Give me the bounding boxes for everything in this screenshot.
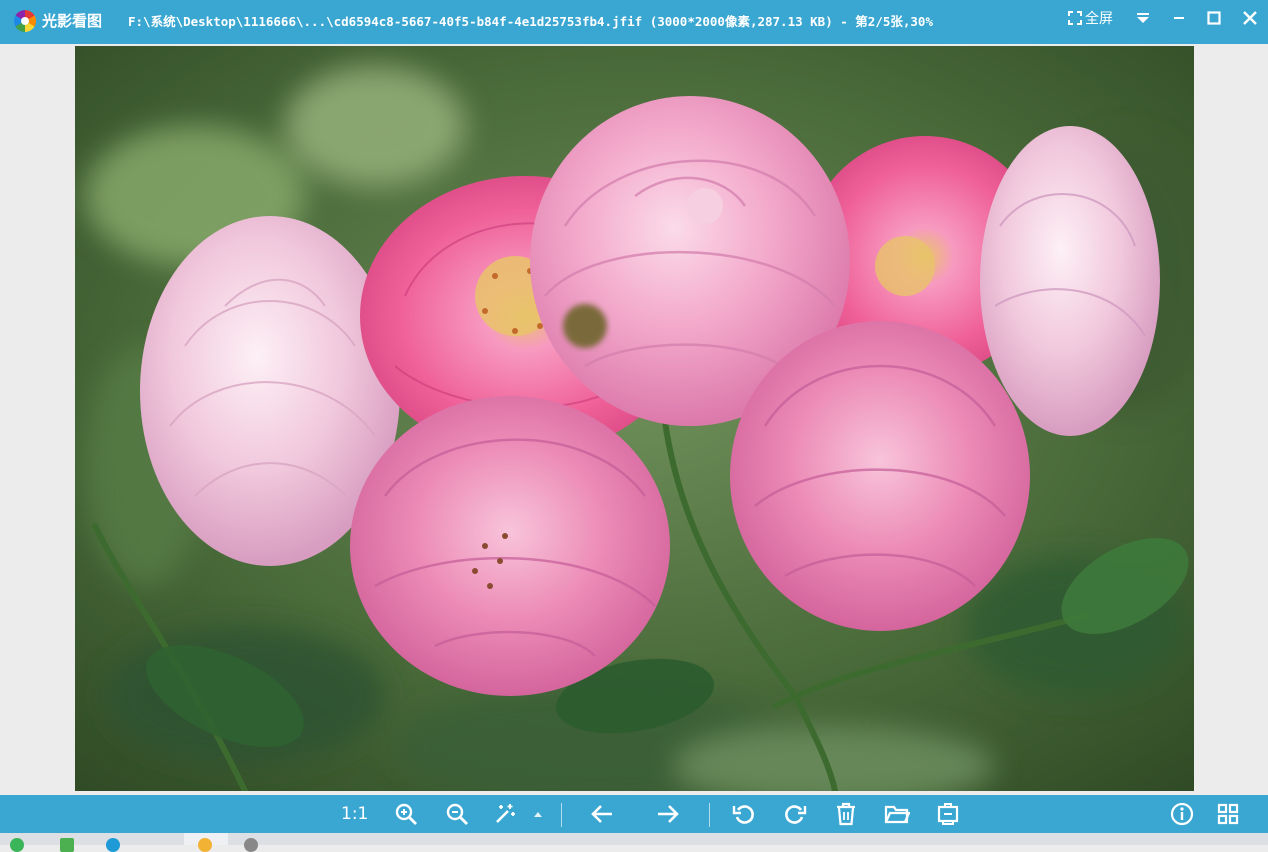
folder-icon xyxy=(884,805,910,824)
info-icon xyxy=(1170,802,1194,826)
file-info: F:\系统\Desktop\1116666\...\cd6594c8-5667-… xyxy=(128,14,933,29)
thumbnail-grid-button[interactable] xyxy=(1215,801,1241,827)
taskbar xyxy=(0,833,1268,852)
trash-icon xyxy=(837,802,855,826)
app-name: 光影看图 xyxy=(42,12,103,30)
delete-button[interactable] xyxy=(833,801,859,827)
app-logo-icon xyxy=(14,10,36,32)
minimize-button[interactable] xyxy=(1166,7,1192,29)
zoom-out-icon xyxy=(446,803,468,825)
rotate-right-icon xyxy=(785,805,807,824)
taskbar-app-icon[interactable] xyxy=(60,838,74,852)
magic-enhance-button[interactable] xyxy=(492,801,518,827)
arrow-left-icon xyxy=(591,805,612,823)
enhance-options-button[interactable] xyxy=(530,801,546,827)
rotate-left-icon xyxy=(732,805,754,824)
rose-photo xyxy=(75,46,1194,791)
taskbar-app-icon[interactable] xyxy=(106,838,120,852)
arrow-right-icon xyxy=(658,805,679,823)
maximize-button[interactable] xyxy=(1201,7,1227,29)
taskbar-app-icon[interactable] xyxy=(198,838,212,852)
minimize-icon xyxy=(1174,17,1184,19)
fullscreen-label: 全屏 xyxy=(1085,11,1113,27)
taskbar-app-icon[interactable] xyxy=(244,838,258,852)
zoom-out-button[interactable] xyxy=(444,801,470,827)
bottom-toolbar: 1:1 xyxy=(0,795,1268,833)
stamp-icon xyxy=(937,803,959,825)
actual-size-button[interactable]: 1:1 xyxy=(341,801,368,827)
taskbar-app-icon[interactable] xyxy=(10,838,24,852)
previous-image-button[interactable] xyxy=(589,801,615,827)
image-viewport[interactable] xyxy=(0,44,1268,795)
magic-wand-icon xyxy=(496,804,515,823)
info-button[interactable] xyxy=(1169,801,1195,827)
toolbar-divider xyxy=(561,803,562,827)
title-bar: 光影看图 F:\系统\Desktop\1116666\...\cd6594c8-… xyxy=(0,0,1268,44)
rotate-left-button[interactable] xyxy=(731,801,757,827)
print-stamp-button[interactable] xyxy=(935,801,961,827)
toolbar-divider xyxy=(709,803,710,827)
zoom-in-button[interactable] xyxy=(393,801,419,827)
rotate-right-button[interactable] xyxy=(782,801,808,827)
grid-icon xyxy=(1217,803,1239,825)
fullscreen-icon xyxy=(1068,11,1082,25)
close-icon xyxy=(1243,11,1257,25)
dropdown-icon xyxy=(1137,13,1149,23)
dropdown-button[interactable] xyxy=(1130,7,1156,29)
next-image-button[interactable] xyxy=(655,801,681,827)
triangle-up-icon xyxy=(534,812,542,817)
zoom-in-icon xyxy=(395,803,417,825)
fullscreen-button[interactable]: 全屏 xyxy=(1068,7,1113,29)
maximize-icon xyxy=(1207,11,1221,25)
open-folder-button[interactable] xyxy=(884,801,910,827)
close-button[interactable] xyxy=(1237,7,1263,29)
